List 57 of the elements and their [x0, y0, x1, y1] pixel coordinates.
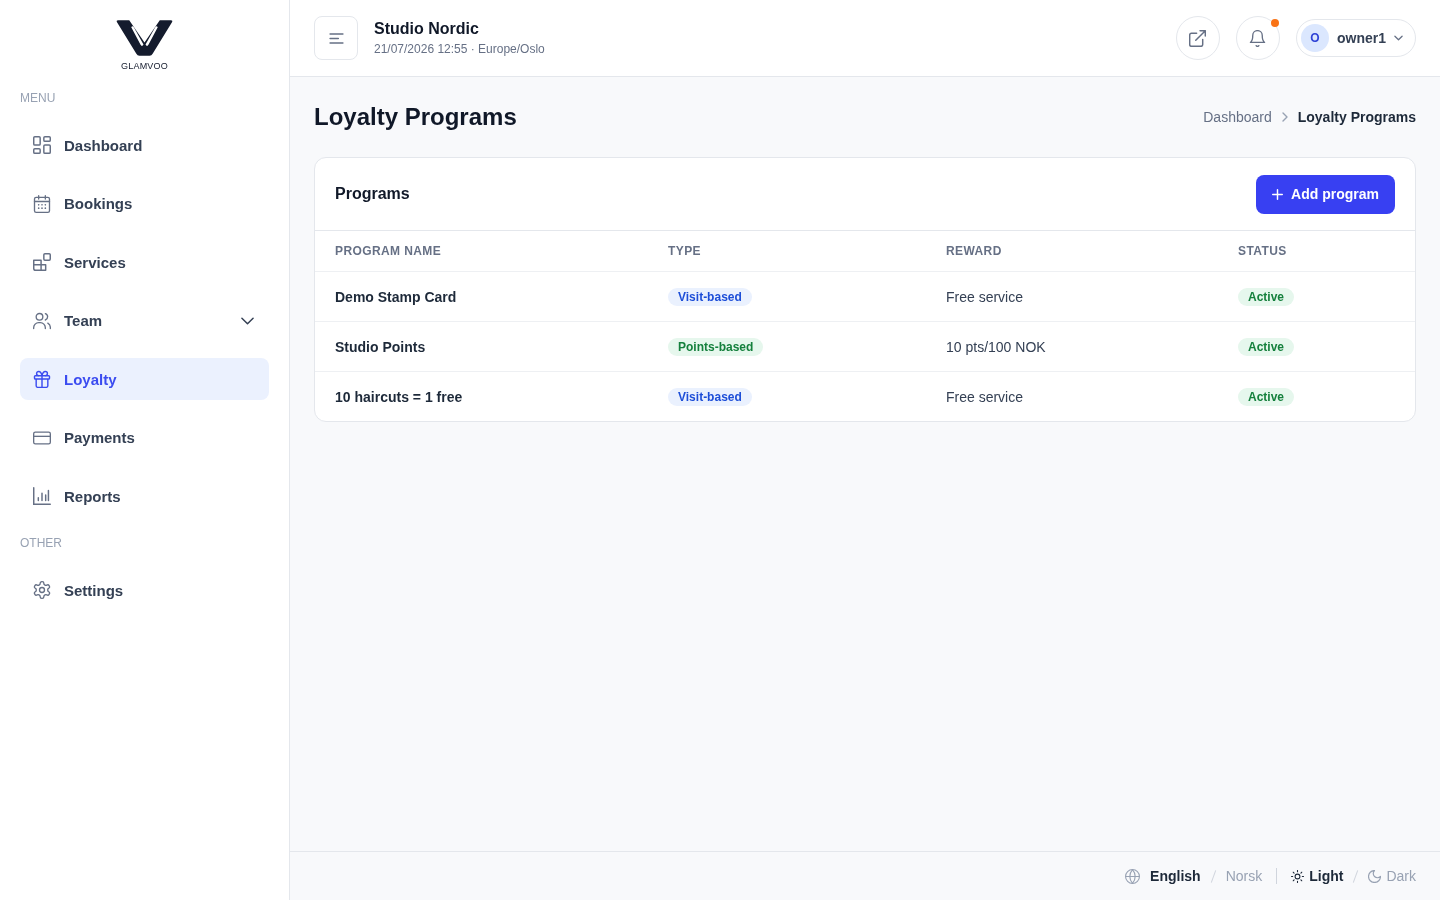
moon-icon: [1368, 869, 1382, 883]
sidebar-item[interactable]: Loyalty: [20, 358, 269, 400]
program-name: Demo Stamp Card: [335, 288, 457, 305]
program-name: Studio Points: [335, 338, 426, 355]
reward-text: 10 pts/100 NOK: [946, 338, 1046, 355]
reward-text: Free service: [946, 388, 1024, 405]
menu-button[interactable]: [314, 16, 358, 60]
column-header: STATUS: [1238, 244, 1287, 258]
sidebar-item[interactable]: Services: [20, 241, 269, 283]
sidebar-item[interactable]: Bookings: [20, 182, 269, 225]
page-title: Loyalty Programs: [314, 103, 517, 131]
status-badge: Active: [1238, 287, 1295, 306]
bell-icon: [1249, 29, 1267, 47]
user-name: owner1: [1337, 30, 1386, 46]
blocks-icon: [33, 253, 51, 271]
breadcrumb-current: Loyalty Programs: [1297, 109, 1416, 125]
plus-icon: [1272, 188, 1284, 200]
card-title: Programs: [335, 185, 410, 203]
section-title: OTHER: [20, 536, 62, 550]
users-icon: [33, 311, 51, 330]
settings-icon: [33, 581, 51, 599]
date-timezone: 21/07/2026 12:55 · Europe/Oslo: [374, 42, 545, 57]
sidebar-item[interactable]: Settings: [20, 569, 269, 611]
sidebar-item[interactable]: Team: [20, 299, 269, 342]
dashboard-icon: [33, 136, 51, 154]
chevron-right-icon: [1281, 112, 1288, 122]
sun-icon: [1291, 869, 1305, 883]
type-badge: Visit-based: [668, 287, 752, 306]
column-header: PROGRAM NAME: [335, 244, 442, 258]
calendar-icon: [33, 194, 51, 213]
sidebar-item[interactable]: Dashboard: [20, 124, 269, 166]
external-link-icon: [1189, 29, 1207, 47]
avatar: O: [1301, 24, 1329, 52]
reward-text: Free service: [946, 288, 1024, 305]
type-badge: Visit-based: [668, 387, 752, 406]
menu-icon: [328, 32, 344, 44]
language-option[interactable]: English: [1150, 868, 1201, 884]
sidebar-item[interactable]: Reports: [20, 475, 269, 517]
bar-chart-icon: [33, 487, 51, 505]
studio-name: Studio Nordic: [374, 19, 480, 39]
brand-name: GLAMVOO: [121, 61, 168, 71]
gift-icon: [33, 370, 51, 388]
chevron-icon[interactable]: [241, 316, 254, 325]
status-badge: Active: [1238, 337, 1295, 356]
globe-icon: [1125, 868, 1141, 884]
column-header: TYPE: [668, 244, 701, 258]
section-title: MENU: [20, 91, 56, 105]
sidebar-item[interactable]: Payments: [20, 416, 269, 459]
status-badge: Active: [1238, 387, 1295, 406]
chevron-icon: [1394, 35, 1403, 41]
column-header: REWARD: [946, 244, 1002, 258]
theme-option[interactable]: Light: [1291, 868, 1344, 884]
type-badge: Points-based: [668, 337, 764, 356]
breadcrumb-link[interactable]: Dashboard: [1203, 109, 1272, 125]
logo-icon: [116, 20, 173, 56]
add-program-button[interactable]: Add program: [1256, 174, 1395, 214]
program-name: 10 haircuts = 1 free: [335, 388, 463, 405]
